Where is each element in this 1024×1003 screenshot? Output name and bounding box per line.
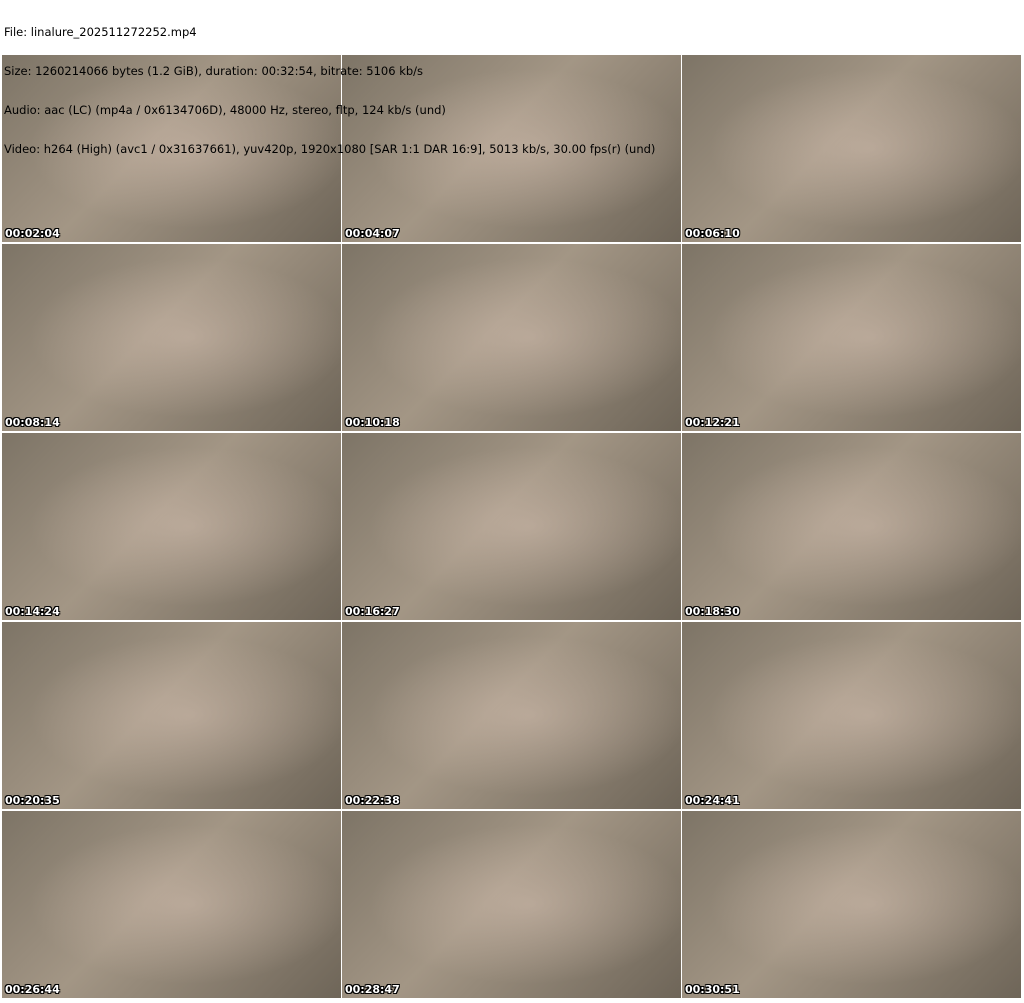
video-thumbnail: 00:26:44: [2, 811, 341, 998]
timestamp: 00:14:24: [5, 605, 60, 618]
timestamp: 00:12:21: [685, 416, 740, 429]
timestamp: 00:10:18: [345, 416, 400, 429]
video-thumbnail: 00:20:35: [2, 622, 341, 809]
thumbnail-image-placeholder: [342, 622, 681, 809]
video-thumbnail: 00:14:24: [2, 433, 341, 620]
thumbnail-image-placeholder: [682, 811, 1021, 998]
thumbnail-image-placeholder: [682, 433, 1021, 620]
thumbnail-image-placeholder: [682, 55, 1021, 242]
video-thumbnail: 00:22:38: [342, 622, 681, 809]
thumbnail-image-placeholder: [2, 244, 341, 431]
thumbnail-image-placeholder: [342, 433, 681, 620]
video-thumbnail: 00:08:14: [2, 244, 341, 431]
timestamp: 00:04:07: [345, 227, 400, 240]
video-thumbnail: 00:06:10: [682, 55, 1021, 242]
timestamp: 00:06:10: [685, 227, 740, 240]
timestamp: 00:16:27: [345, 605, 400, 618]
timestamp: 00:20:35: [5, 794, 60, 807]
video-thumbnail: 00:18:30: [682, 433, 1021, 620]
audio-info: Audio: aac (LC) (mp4a / 0x6134706D), 480…: [4, 103, 446, 117]
file-info-header: File: linalure_202511272252.mp4 Size: 12…: [4, 0, 655, 169]
timestamp: 00:02:04: [5, 227, 60, 240]
timestamp: 00:26:44: [5, 983, 60, 996]
thumbnail-image-placeholder: [682, 622, 1021, 809]
thumbnail-image-placeholder: [2, 811, 341, 998]
thumbnail-image-placeholder: [342, 244, 681, 431]
thumbnail-grid: 00:02:04 00:04:07 00:06:10 00:08:14 00:10:18…: [2, 55, 1021, 998]
file-size-info: Size: 1260214066 bytes (1.2 GiB), durati…: [4, 64, 424, 78]
timestamp: 00:08:14: [5, 416, 60, 429]
thumbnail-image-placeholder: [682, 244, 1021, 431]
video-thumbnail: 00:28:47: [342, 811, 681, 998]
thumbnail-image-placeholder: [2, 433, 341, 620]
timestamp: 00:18:30: [685, 605, 740, 618]
thumbnail-image-placeholder: [2, 622, 341, 809]
video-info: Video: h264 (High) (avc1 / 0x31637661), …: [4, 142, 656, 156]
timestamp: 00:24:41: [685, 794, 740, 807]
video-thumbnail: 00:10:18: [342, 244, 681, 431]
video-thumbnail: 00:24:41: [682, 622, 1021, 809]
thumbnail-image-placeholder: [342, 811, 681, 998]
video-thumbnail: 00:16:27: [342, 433, 681, 620]
video-thumbnail: 00:12:21: [682, 244, 1021, 431]
timestamp: 00:30:51: [685, 983, 740, 996]
timestamp: 00:28:47: [345, 983, 400, 996]
video-thumbnail: 00:30:51: [682, 811, 1021, 998]
file-name: File: linalure_202511272252.mp4: [4, 25, 197, 39]
timestamp: 00:22:38: [345, 794, 400, 807]
